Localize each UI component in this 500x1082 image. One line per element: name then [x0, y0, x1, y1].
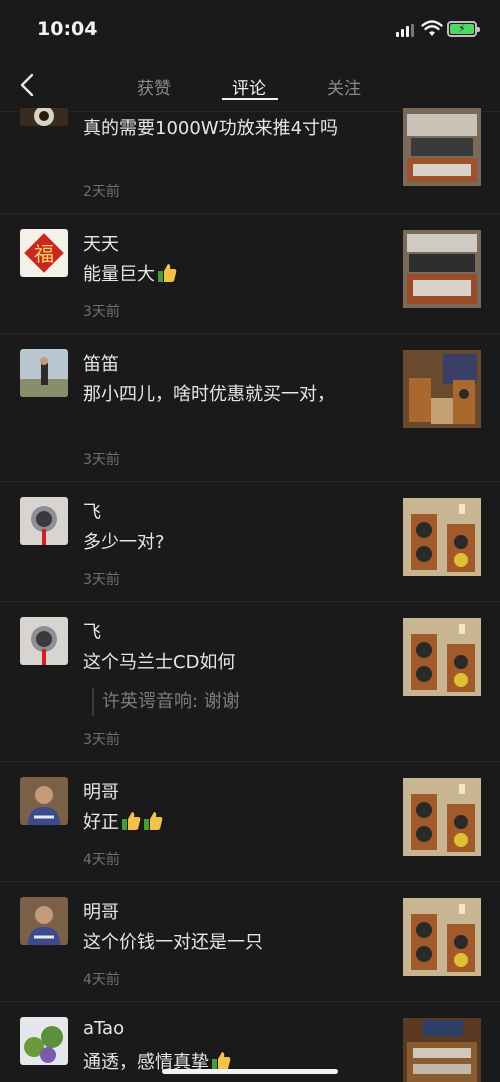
comment-time: 3天前	[83, 732, 120, 748]
tab-likes[interactable]: 获赞	[137, 74, 171, 99]
post-thumbnail[interactable]	[403, 350, 481, 428]
thumbs-up-icon	[212, 1052, 231, 1070]
post-thumbnail[interactable]	[403, 108, 481, 186]
comment-text: 那小四儿，啥时优惠就买一对，	[83, 384, 335, 405]
comment-list[interactable]: 真的需要1000W功放来推4寸吗 2天前 福 天天 能量巨大 3天前 笛笛 那小…	[0, 108, 500, 1082]
comment-time: 4天前	[83, 972, 120, 988]
post-thumbnail[interactable]	[403, 898, 481, 976]
comment-text: 这个马兰士CD如何	[83, 652, 236, 673]
status-bar: 10:04 ⚡	[0, 0, 500, 60]
commenter-name: 笛笛	[83, 354, 119, 375]
status-time: 10:04	[37, 18, 98, 40]
comment-time: 3天前	[83, 572, 120, 588]
commenter-name: 明哥	[83, 782, 119, 803]
avatar[interactable]	[20, 349, 68, 397]
comment-time: 3天前	[83, 304, 120, 320]
avatar[interactable]: 福	[20, 229, 68, 277]
comment-text: 能量巨大	[83, 260, 177, 286]
post-thumbnail[interactable]	[403, 230, 481, 308]
post-thumbnail[interactable]	[403, 778, 481, 856]
list-item[interactable]: 福 天天 能量巨大 3天前	[0, 214, 500, 334]
commenter-name: aTao	[83, 1018, 125, 1039]
svg-text:福: 福	[34, 242, 54, 266]
thumbs-up-icon	[122, 812, 141, 830]
author-reply: 许英谔音响: 谢谢	[92, 688, 240, 716]
tab-comments[interactable]: 评论	[232, 74, 266, 99]
post-thumbnail[interactable]	[403, 1018, 481, 1082]
post-thumbnail[interactable]	[403, 498, 481, 576]
comment-time: 4天前	[83, 852, 120, 868]
avatar[interactable]	[20, 1017, 68, 1065]
comment-text: 好正	[83, 808, 163, 834]
list-item[interactable]: 明哥 好正 4天前	[0, 762, 500, 882]
top-navigation: 获赞 评论 关注	[0, 60, 500, 112]
comment-text: 这个价钱一对还是一只	[83, 932, 263, 953]
avatar[interactable]	[20, 777, 68, 825]
comment-text: 多少一对?	[83, 532, 165, 553]
commenter-name: 飞	[83, 502, 101, 523]
list-item[interactable]: 飞 这个马兰士CD如何 许英谔音响: 谢谢 3天前	[0, 602, 500, 762]
avatar[interactable]	[20, 108, 68, 126]
wifi-icon	[421, 20, 443, 36]
commenter-name: 天天	[83, 234, 119, 255]
thumbs-up-icon	[144, 812, 163, 830]
comment-time: 3天前	[83, 452, 120, 468]
commenter-name: 明哥	[83, 902, 119, 923]
avatar[interactable]	[20, 897, 68, 945]
active-tab-indicator	[222, 98, 278, 100]
list-item[interactable]: 明哥 这个价钱一对还是一只 4天前	[0, 882, 500, 1002]
list-item[interactable]: 笛笛 那小四儿，啥时优惠就买一对， 3天前	[0, 334, 500, 482]
commenter-name: 飞	[83, 622, 101, 643]
back-arrow-icon[interactable]	[16, 72, 40, 98]
list-item[interactable]: 飞 多少一对? 3天前	[0, 482, 500, 602]
post-thumbnail[interactable]	[403, 618, 481, 696]
home-indicator[interactable]	[162, 1069, 338, 1074]
cellular-signal-icon	[396, 24, 414, 37]
avatar[interactable]	[20, 497, 68, 545]
comment-text: 真的需要1000W功放来推4寸吗	[83, 118, 339, 139]
list-item[interactable]: 真的需要1000W功放来推4寸吗 2天前	[0, 108, 500, 214]
thumbs-up-icon	[158, 264, 177, 282]
battery-icon: ⚡	[447, 21, 480, 37]
avatar[interactable]	[20, 617, 68, 665]
comment-time: 2天前	[83, 184, 120, 200]
tab-following[interactable]: 关注	[327, 74, 361, 99]
